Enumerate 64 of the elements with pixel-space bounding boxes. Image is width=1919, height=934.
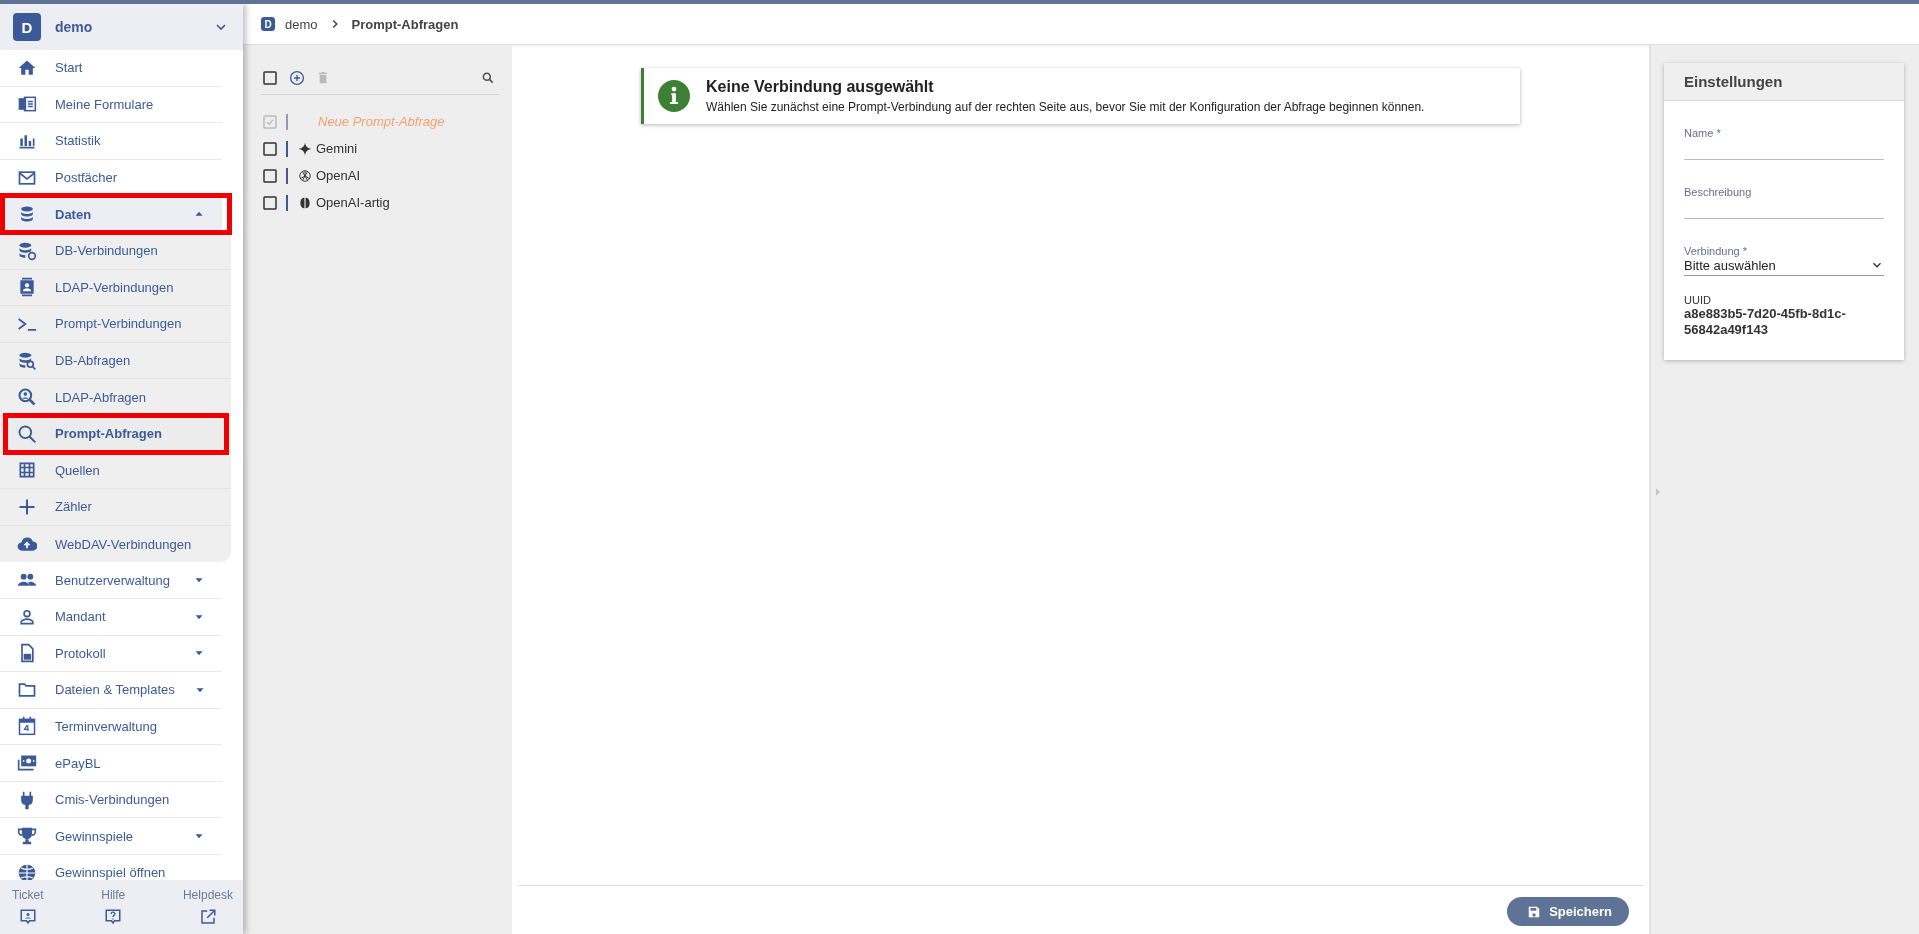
nav-item[interactable]: Dateien & Templates: [0, 672, 222, 709]
nav-item[interactable]: Zähler: [0, 489, 231, 526]
nav-item[interactable]: Mandant: [0, 598, 222, 636]
nav-item[interactable]: Benutzerverwaltung: [0, 562, 222, 599]
contact-card-icon: [17, 277, 37, 298]
tree-item[interactable]: OpenAI-artig: [261, 189, 499, 216]
nav-item[interactable]: Terminverwaltung: [0, 708, 222, 746]
database-search-icon: [17, 350, 37, 371]
info-icon: [658, 80, 690, 112]
brain-icon: [298, 195, 312, 210]
nav-item[interactable]: Protokoll: [0, 635, 222, 673]
nav-item[interactable]: Prompt-Verbindungen: [0, 306, 231, 343]
checkbox-icon[interactable]: [261, 193, 279, 212]
nav-item[interactable]: Start: [0, 50, 222, 87]
footer-link[interactable]: Helpdesk: [182, 880, 233, 934]
search-icon: [17, 423, 37, 444]
notice-text: Wählen Sie zunächst eine Prompt-Verbindung auf der rechten Seite aus, bevor Sie mit der Konfiguration der Abfrage beginnen können.: [706, 100, 1425, 114]
footer-link[interactable]: Hilfe: [101, 880, 126, 934]
knot-icon: [298, 168, 312, 183]
breadcrumb-link[interactable]: Prompt-Abfragen: [351, 16, 459, 32]
calendar-icon: [17, 716, 37, 737]
nav-item[interactable]: Postfächer: [0, 159, 222, 197]
banknote-icon: [17, 753, 37, 774]
nav-item[interactable]: Quellen: [0, 452, 231, 490]
nav-item[interactable]: LDAP-Abfragen: [0, 379, 231, 416]
tenant-switcher[interactable]: D demo: [0, 4, 243, 50]
tenant-badge: D: [261, 17, 275, 31]
nav-item[interactable]: DB-Abfragen: [0, 342, 231, 380]
nav-item[interactable]: Statistik: [0, 123, 222, 160]
database-gear-icon: [17, 240, 37, 261]
checkbox-icon[interactable]: [261, 139, 279, 158]
external-link-icon: [198, 908, 217, 926]
tenant-badge: D: [13, 13, 41, 41]
uuid-value: a8e883b5-7d20-45fb-8d1c-56842a49f143: [1684, 306, 1847, 338]
search-icon[interactable]: [481, 71, 495, 85]
tenant-name: demo: [55, 19, 94, 35]
trophy-icon: [17, 826, 37, 847]
field-label: Beschreibung: [1684, 186, 1753, 198]
card-header: Einstellungen: [1664, 63, 1904, 101]
nav-item[interactable]: DB-Verbindungen: [0, 232, 231, 270]
nav-item[interactable]: Prompt-Abfragen: [0, 415, 231, 453]
save-button[interactable]: Speichern: [1507, 897, 1629, 926]
footer-link[interactable]: Ticket: [12, 880, 44, 934]
ticket-icon: [18, 908, 37, 926]
nav-item[interactable]: LDAP-Verbindungen: [0, 269, 231, 307]
tree-item[interactable]: OpenAI: [261, 162, 499, 189]
help-icon: [104, 908, 123, 926]
nav-item[interactable]: Gewinnspiele: [0, 818, 222, 856]
uuid-label: UUID: [1684, 294, 1712, 306]
field-label: Name *: [1684, 127, 1722, 139]
nav-item[interactable]: ePayBL: [0, 745, 222, 782]
select-field[interactable]: Verbindung * Bitte auswählen: [1684, 245, 1884, 276]
breadcrumb-link[interactable]: demo: [285, 16, 318, 32]
nav-item[interactable]: Meine Formulare: [0, 86, 222, 124]
nav-item[interactable]: WebDAV-Verbindungen: [0, 525, 231, 563]
nav-item[interactable]: Cmis-Verbindungen: [0, 781, 222, 819]
checkbox-icon[interactable]: [261, 166, 279, 185]
grid-icon: [17, 460, 37, 481]
tree-item[interactable]: Gemini: [261, 135, 499, 162]
checkbox-icon[interactable]: [261, 69, 279, 87]
sparkle-icon: [298, 141, 312, 156]
add-circle-icon[interactable]: [288, 69, 306, 87]
person-search-icon: [17, 387, 37, 408]
notice-title: Keine Verbindung ausgewählt: [706, 78, 935, 96]
